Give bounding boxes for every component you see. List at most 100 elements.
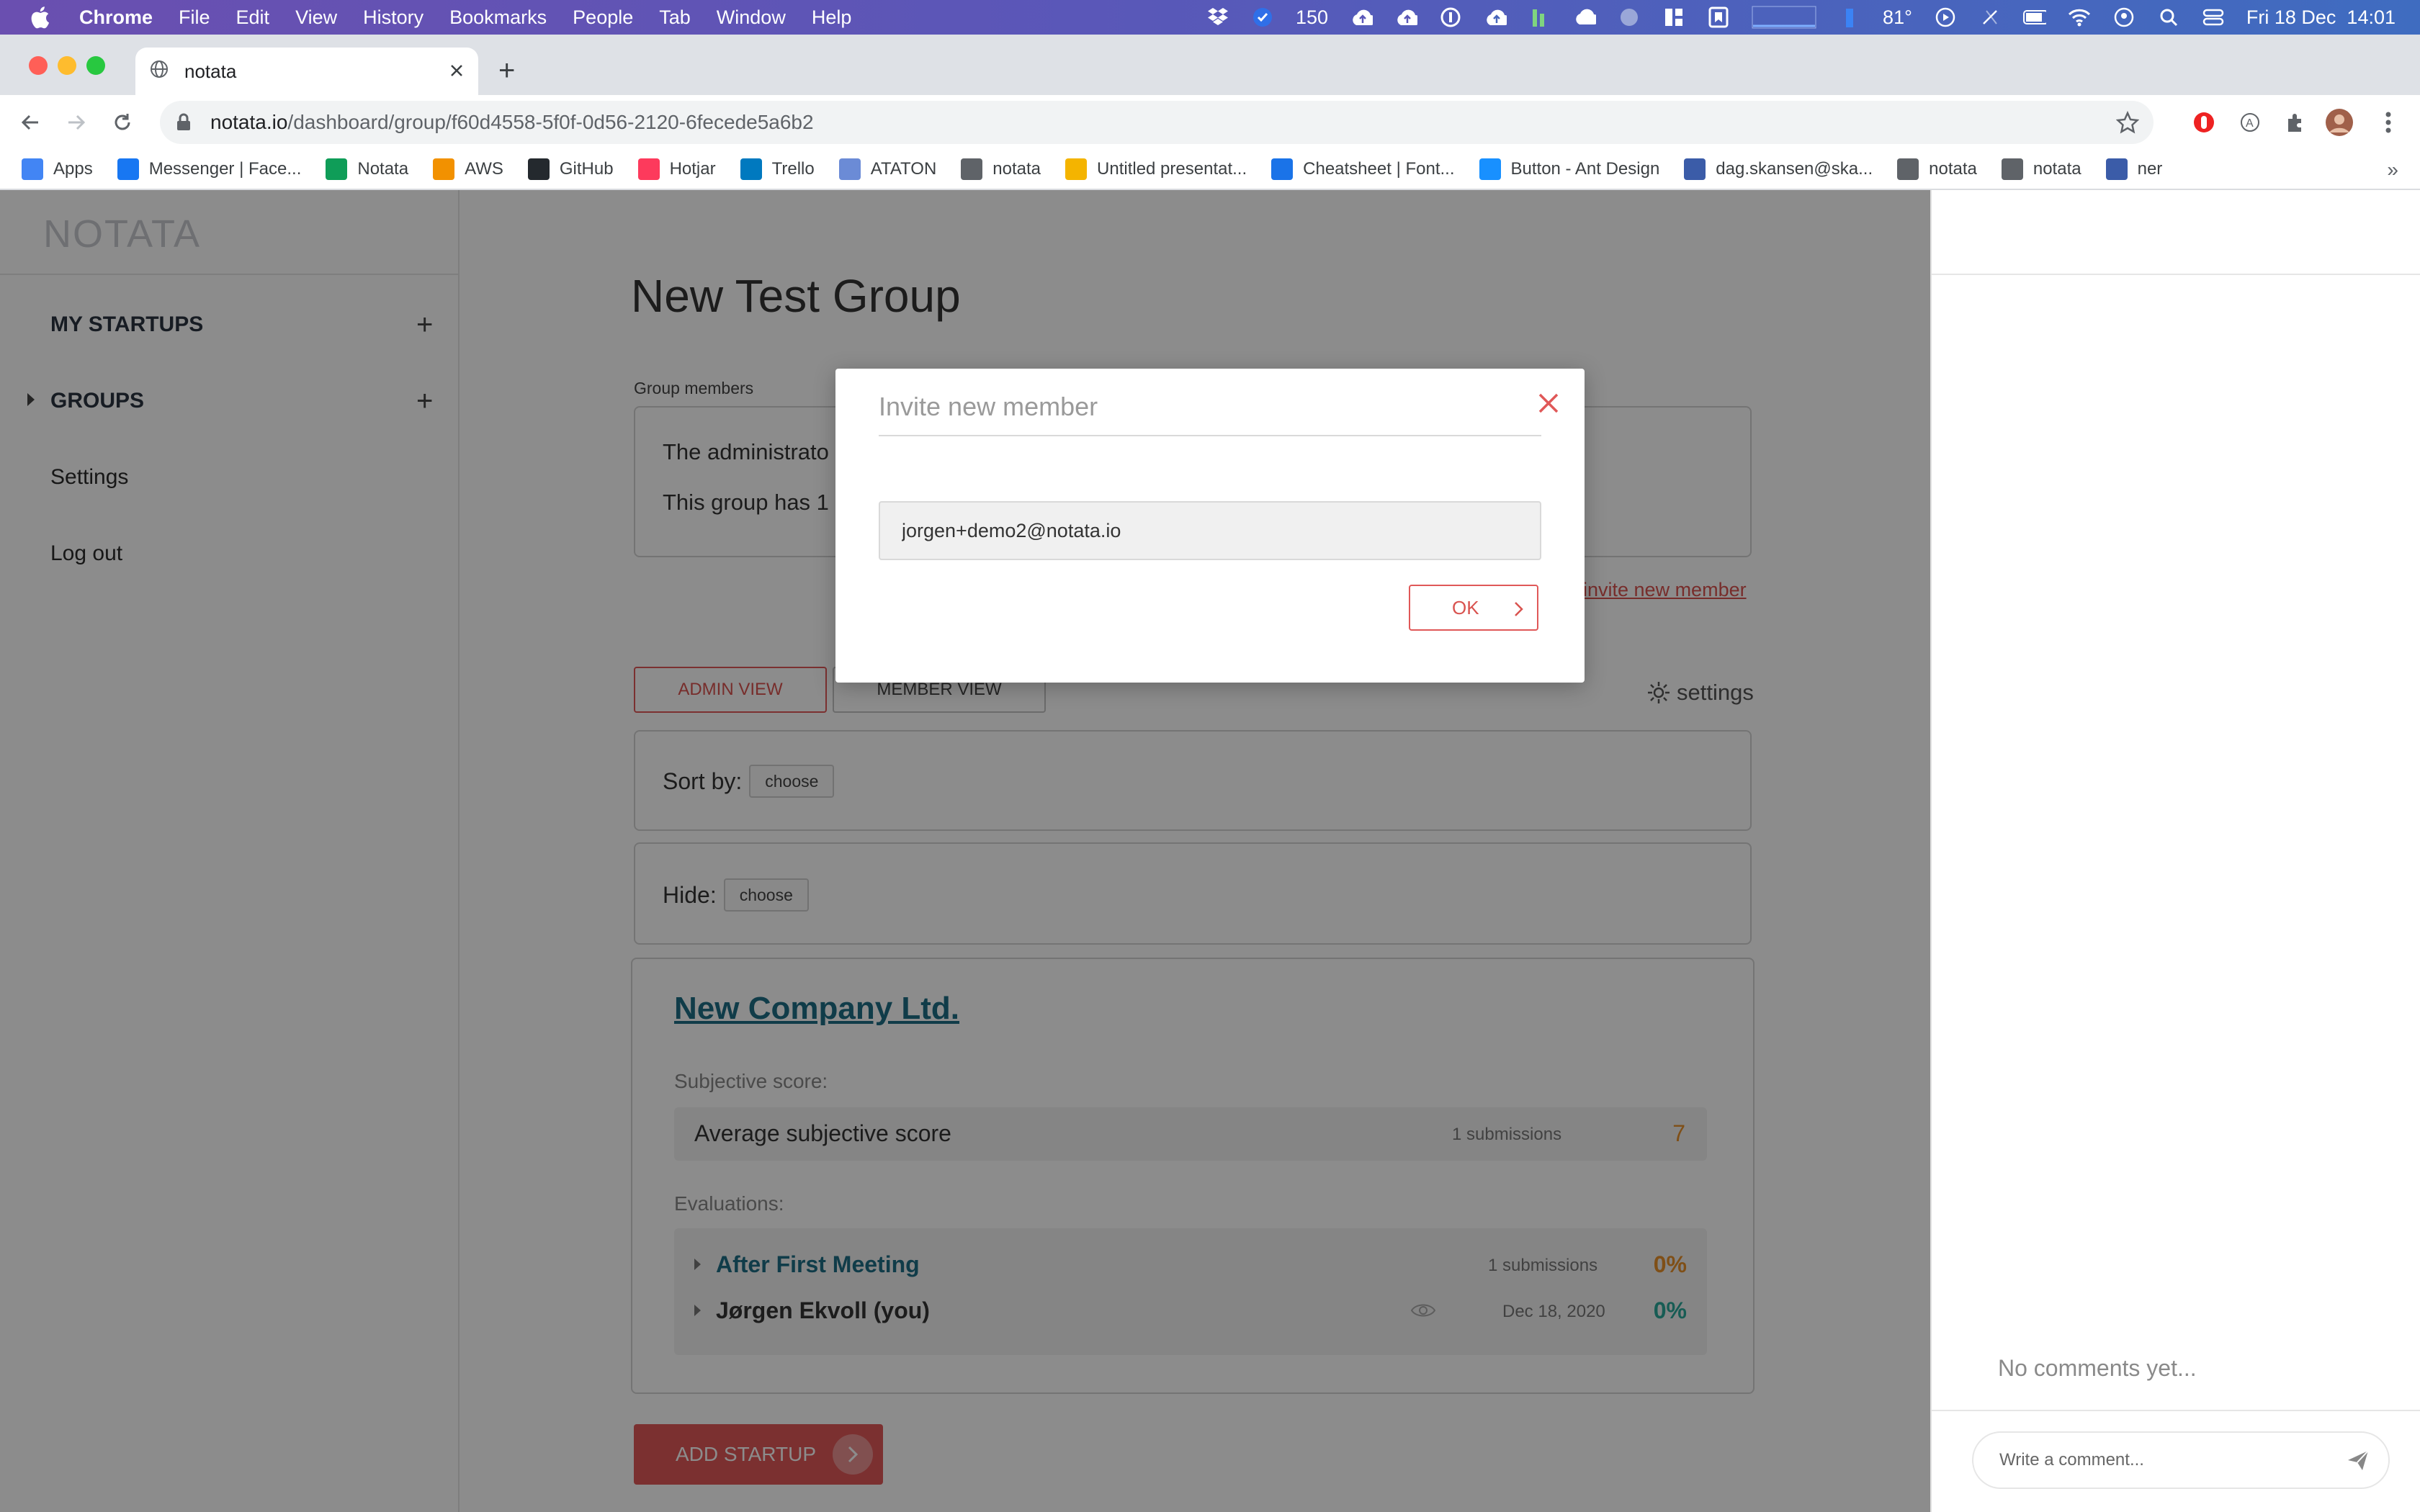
comments-panel: No comments yet... Write a comment...: [1930, 190, 2420, 1512]
bookmark-box-icon[interactable]: [1707, 6, 1730, 29]
ataton-icon: [838, 158, 861, 180]
user-circle-icon[interactable]: [2112, 6, 2136, 29]
hotjar-icon: [637, 158, 660, 180]
bookmark-label: ner: [2137, 159, 2163, 179]
zoom-window-button[interactable]: [86, 56, 105, 75]
globe-icon: [2001, 158, 2023, 180]
url-path: /dashboard/group/f60d4558-5f0f-0d56-2120…: [287, 111, 814, 133]
database-icon: [1684, 158, 1706, 180]
shield-badge-icon[interactable]: [1251, 6, 1274, 29]
browser-tab[interactable]: notata: [135, 48, 478, 95]
bookmarks-bar: Apps Messenger | Face... Notata AWS GitHub Ho…: [0, 150, 2420, 190]
bookmark-star-icon[interactable]: [2115, 110, 2140, 139]
bookmark-label: dag.skansen@ska...: [1716, 159, 1873, 179]
memory-gauge-icon[interactable]: [1838, 6, 1861, 29]
bookmark-label: Messenger | Face...: [148, 159, 302, 179]
menu-people[interactable]: People: [573, 6, 633, 29]
reload-icon[interactable]: [108, 108, 137, 137]
menu-view[interactable]: View: [295, 6, 337, 29]
puzzle-extensions-icon[interactable]: [2280, 108, 2309, 137]
menu-window[interactable]: Window: [717, 6, 786, 29]
bookmark-label: Hotjar: [669, 159, 716, 179]
play-icon[interactable]: [1934, 6, 1957, 29]
minimize-window-button[interactable]: [58, 56, 76, 75]
macos-menu-bar: Chrome File Edit View History Bookmarks …: [0, 0, 2420, 35]
bookmark-item[interactable]: notata: [1897, 158, 1977, 180]
bookmark-item[interactable]: Cheatsheet | Font...: [1271, 158, 1455, 180]
close-tab-icon[interactable]: [449, 60, 464, 83]
facebook-icon: [117, 158, 139, 180]
bookmark-item[interactable]: Trello: [740, 158, 815, 180]
menu-bookmarks[interactable]: Bookmarks: [449, 6, 547, 29]
apps-grid-icon: [22, 158, 43, 180]
send-icon[interactable]: [2345, 1447, 2374, 1476]
bookmark-item[interactable]: dag.skansen@ska...: [1684, 158, 1873, 180]
mute-icon[interactable]: [1978, 6, 2002, 29]
bookmark-item[interactable]: Hotjar: [637, 158, 716, 180]
onepassword-icon[interactable]: [1439, 6, 1462, 29]
bookmark-item[interactable]: Notata: [326, 158, 408, 180]
menu-app-name[interactable]: Chrome: [79, 6, 153, 29]
bookmark-item[interactable]: Button - Ant Design: [1479, 158, 1660, 180]
back-arrow-icon[interactable]: [16, 108, 45, 137]
bookmark-item[interactable]: AWS: [433, 158, 503, 180]
menu-edit[interactable]: Edit: [236, 6, 270, 29]
aws-icon: [433, 158, 455, 180]
bookmark-label: Button - Ant Design: [1510, 159, 1660, 179]
bookmark-item[interactable]: ner: [2105, 158, 2163, 180]
istat-bars-icon[interactable]: [1528, 6, 1551, 29]
browser-menu-icon[interactable]: [2374, 108, 2403, 137]
close-window-button[interactable]: [29, 56, 48, 75]
lock-icon[interactable]: [176, 113, 194, 132]
trello-icon: [740, 158, 762, 180]
bookmark-label: notata: [992, 159, 1041, 179]
cloud-upload-icon[interactable]: [1350, 6, 1373, 29]
bookmark-item[interactable]: notata: [2001, 158, 2081, 180]
email-field[interactable]: [879, 501, 1541, 560]
close-icon[interactable]: [1534, 389, 1563, 418]
bookmark-label: Apps: [53, 159, 93, 179]
ok-label: OK: [1452, 596, 1479, 618]
bookmark-item[interactable]: Apps: [22, 158, 93, 180]
slides-icon: [1065, 158, 1088, 180]
bookmark-item[interactable]: notata: [961, 158, 1041, 180]
chevron-right-icon: [1511, 600, 1525, 616]
bookmark-item[interactable]: GitHub: [527, 158, 614, 180]
address-bar[interactable]: notata.io/dashboard/group/f60d4558-5f0f-…: [160, 101, 2154, 144]
extension-red-icon[interactable]: [2190, 108, 2218, 137]
forward-arrow-icon[interactable]: [62, 108, 91, 137]
apple-icon[interactable]: [29, 5, 53, 30]
control-center-icon[interactable]: [2202, 6, 2225, 29]
cloud-upload-icon[interactable]: [1484, 6, 1507, 29]
drive-icon: [326, 158, 348, 180]
cloud-icon[interactable]: [1573, 6, 1597, 29]
extension-a-icon[interactable]: A: [2236, 108, 2264, 137]
bookmark-item[interactable]: ATATON: [838, 158, 936, 180]
menu-tab[interactable]: Tab: [659, 6, 691, 29]
brain-icon[interactable]: [1618, 6, 1641, 29]
bookmark-item[interactable]: Untitled presentat...: [1065, 158, 1247, 180]
bookmark-label: GitHub: [559, 159, 614, 179]
menu-history[interactable]: History: [363, 6, 424, 29]
clock-datetime[interactable]: Fri 18 Dec 14:01: [2246, 6, 2396, 29]
dropbox-icon[interactable]: [1206, 6, 1229, 29]
menu-help[interactable]: Help: [812, 6, 852, 29]
new-tab-button[interactable]: +: [498, 56, 515, 85]
bookmarks-overflow-icon[interactable]: »: [2387, 158, 2398, 181]
bookmark-item[interactable]: Messenger | Face...: [117, 158, 302, 180]
cloud-upload-icon[interactable]: [1394, 6, 1418, 29]
wifi-icon[interactable]: [2068, 6, 2091, 29]
spotlight-search-icon[interactable]: [2157, 6, 2180, 29]
cpu-graph-icon[interactable]: [1752, 6, 1816, 29]
status-badge-count: 150: [1295, 6, 1329, 28]
ok-button[interactable]: OK: [1409, 585, 1538, 631]
globe-icon: [1897, 158, 1919, 180]
menubar-status-area: 150 81° Fri 18 Dec 14:01: [1206, 0, 2396, 35]
layout-icon[interactable]: [1662, 6, 1685, 29]
menu-file[interactable]: File: [179, 6, 210, 29]
temperature-readout: 81°: [1883, 6, 1912, 28]
tab-title: notata: [184, 60, 237, 82]
battery-icon[interactable]: [2022, 6, 2046, 29]
profile-avatar[interactable]: [2325, 108, 2354, 137]
comment-input[interactable]: Write a comment...: [1972, 1431, 2390, 1489]
